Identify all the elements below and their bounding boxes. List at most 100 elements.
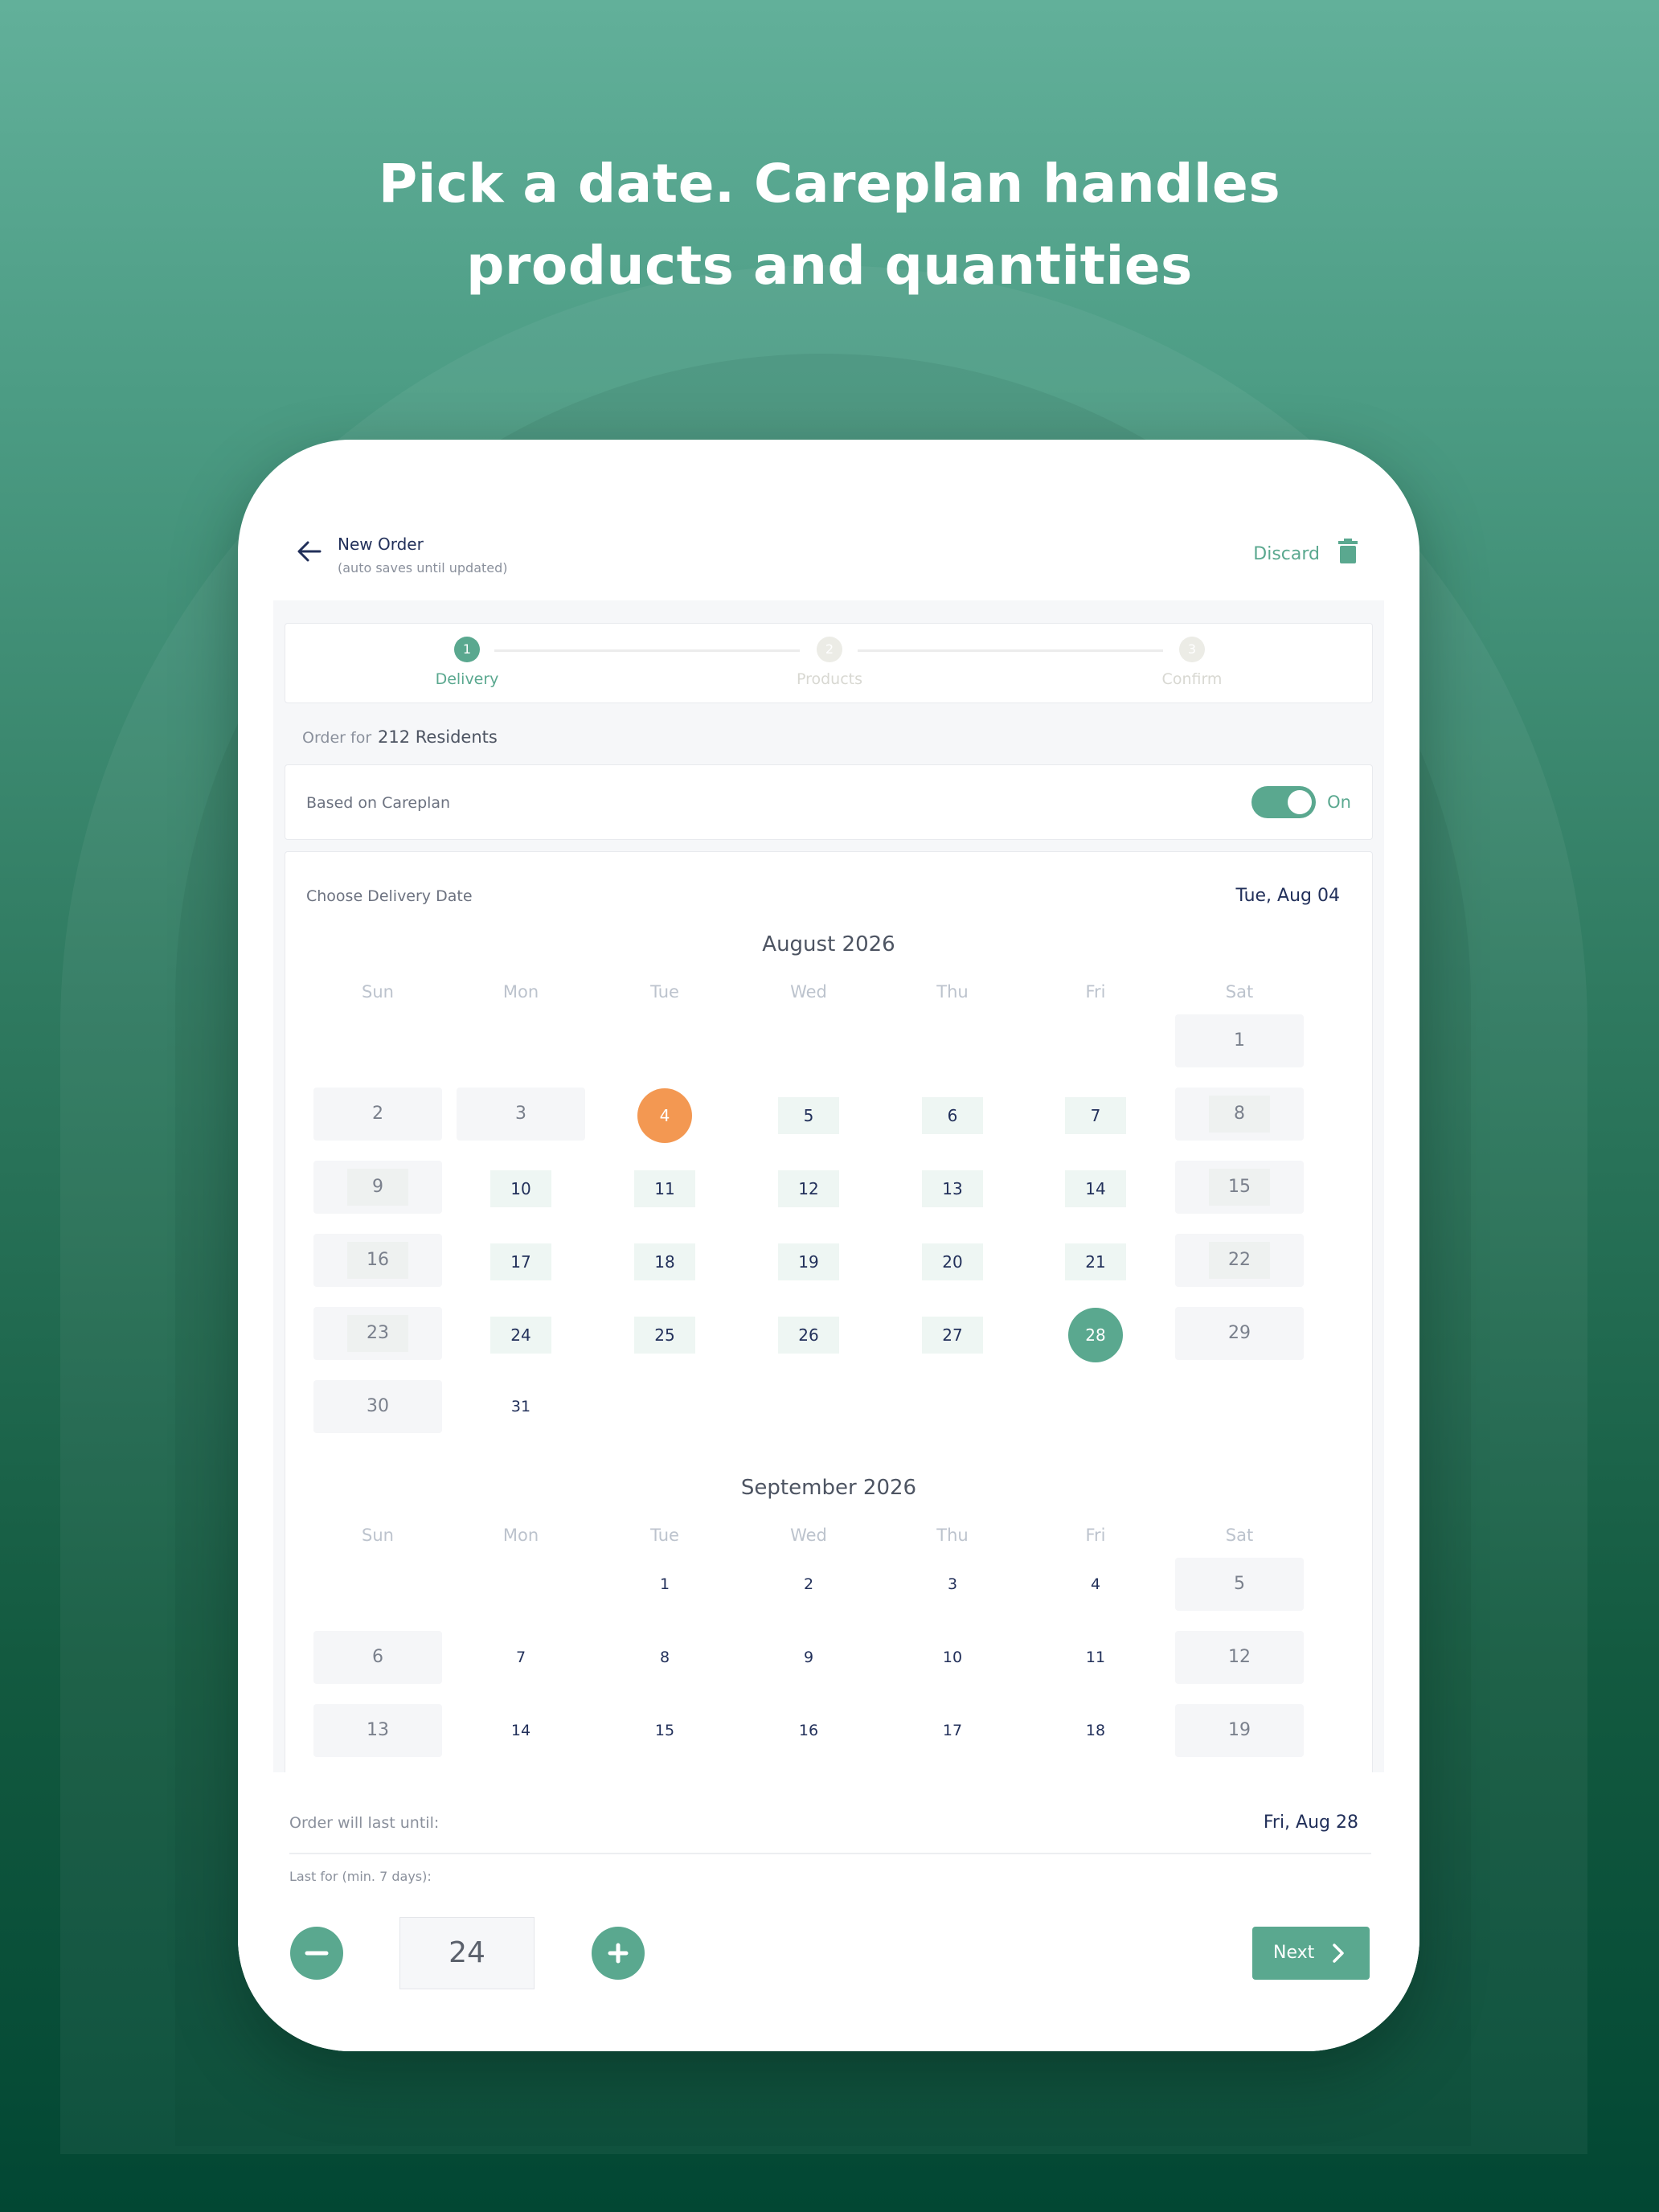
calendar-day[interactable]: 26: [744, 1307, 873, 1360]
calendar-day[interactable]: 4: [600, 1088, 729, 1143]
selected-date: Tue, Aug 04: [1235, 886, 1340, 906]
calendar-day[interactable]: 3: [888, 1558, 1017, 1611]
calendar-day[interactable]: 10: [888, 1631, 1017, 1684]
calendar-day-number: 19: [778, 1243, 839, 1280]
calendar-day[interactable]: 13: [313, 1704, 442, 1757]
calendar-day[interactable]: 10: [457, 1161, 585, 1214]
calendar-day-number: 27: [922, 1316, 983, 1354]
calendar-day[interactable]: 28: [1031, 1307, 1160, 1362]
calendar-day[interactable]: 15: [600, 1704, 729, 1757]
decrease-button[interactable]: [290, 1927, 343, 1980]
calendar-day[interactable]: 7: [457, 1631, 585, 1684]
last-for-label: Last for (min. 7 days):: [289, 1869, 432, 1884]
calendar-day-number: 13: [922, 1169, 983, 1207]
calendar-day[interactable]: 19: [1175, 1704, 1304, 1757]
calendar-day-number: 8: [1209, 1096, 1270, 1133]
discard-button[interactable]: Discard: [1253, 544, 1320, 564]
calendar-day[interactable]: 1: [1175, 1014, 1304, 1067]
calendar-day[interactable]: 12: [744, 1161, 873, 1214]
weekday-header: Tue: [650, 982, 679, 1002]
calendar-day-number: 16: [347, 1242, 408, 1279]
calendar-day[interactable]: 16: [313, 1234, 442, 1287]
calendar-day[interactable]: 17: [457, 1234, 585, 1287]
careplan-row: Based on Careplan On: [285, 764, 1373, 840]
step-products[interactable]: 2 Products: [749, 637, 910, 688]
weekday-header: Fri: [1085, 982, 1106, 1002]
calendar-day[interactable]: 1: [600, 1558, 729, 1611]
calendar-day[interactable]: 20: [888, 1234, 1017, 1287]
increase-button[interactable]: [592, 1927, 645, 1980]
weekday-header: Thu: [936, 1526, 969, 1545]
calendar-day[interactable]: 14: [1031, 1161, 1160, 1214]
calendar-day[interactable]: 5: [1175, 1558, 1304, 1611]
calendar-day[interactable]: 19: [744, 1234, 873, 1287]
calendar-day[interactable]: 11: [600, 1161, 729, 1214]
calendar-day[interactable]: 18: [1031, 1704, 1160, 1757]
calendar-day[interactable]: 3: [457, 1088, 585, 1141]
calendar-day[interactable]: 23: [313, 1307, 442, 1360]
headline-line-1: Pick a date. Careplan handles: [378, 153, 1281, 215]
plus-icon: [608, 1943, 629, 1964]
calendar-day[interactable]: 11: [1031, 1631, 1160, 1684]
days-quantity-input[interactable]: 24: [399, 1917, 535, 1989]
calendar-day-number: 15: [1209, 1169, 1270, 1206]
month-title: September 2026: [740, 1476, 917, 1500]
calendar-day[interactable]: 6: [888, 1088, 1017, 1141]
tablet-frame: New Order (auto saves until updated) Dis…: [238, 440, 1419, 2051]
calendar-day[interactable]: 17: [888, 1704, 1017, 1757]
weekday-header: Thu: [936, 982, 969, 1002]
calendar-day[interactable]: 27: [888, 1307, 1017, 1360]
calendar-day[interactable]: 15: [1175, 1161, 1304, 1214]
calendar-day[interactable]: 21: [1031, 1234, 1160, 1287]
next-button-label: Next: [1273, 1943, 1315, 1963]
calendar-day[interactable]: 13: [888, 1161, 1017, 1214]
calendar-day-number: 7: [1065, 1096, 1126, 1134]
calendar-day[interactable]: 9: [744, 1631, 873, 1684]
trash-icon[interactable]: [1337, 538, 1358, 563]
step-label: Products: [796, 670, 863, 688]
page-subtitle: (auto saves until updated): [338, 560, 508, 576]
calendar-day[interactable]: 30: [313, 1380, 442, 1433]
calendar-day[interactable]: 18: [600, 1234, 729, 1287]
calendar-day[interactable]: 8: [600, 1631, 729, 1684]
month-title: August 2026: [762, 932, 895, 956]
calendar-day-number: 26: [778, 1316, 839, 1354]
calendar-day[interactable]: 4: [1031, 1558, 1160, 1611]
weekday-header: Sun: [362, 1526, 394, 1545]
calendar-day[interactable]: 29: [1175, 1307, 1304, 1360]
calendar-day[interactable]: 22: [1175, 1234, 1304, 1287]
calendar-day-number: 21: [1065, 1243, 1126, 1280]
minus-icon: [305, 1951, 329, 1956]
weekday-header: Tue: [650, 1526, 679, 1545]
calendar-day-number: 25: [634, 1316, 695, 1354]
calendar-day[interactable]: 31: [457, 1380, 585, 1433]
calendar-day[interactable]: 6: [313, 1631, 442, 1684]
footer-divider: [289, 1853, 1371, 1854]
calendar-day[interactable]: 14: [457, 1704, 585, 1757]
calendar-day[interactable]: 25: [600, 1307, 729, 1360]
step-number: 1: [454, 637, 480, 662]
calendar-day-number: 5: [778, 1096, 839, 1134]
step-delivery[interactable]: 1 Delivery: [387, 637, 547, 688]
calendar-day[interactable]: 9: [313, 1161, 442, 1214]
next-button[interactable]: Next: [1252, 1927, 1370, 1980]
order-stepper: 1 Delivery 2 Products 3 Confirm: [285, 623, 1373, 703]
order-for-value: 212 Residents: [378, 727, 498, 747]
calendar-day[interactable]: 8: [1175, 1088, 1304, 1141]
calendar-day-number: 12: [778, 1169, 839, 1207]
toggle-knob: [1288, 790, 1312, 814]
careplan-toggle[interactable]: [1251, 786, 1316, 818]
calendar-day[interactable]: 2: [313, 1088, 442, 1141]
calendar-day[interactable]: 16: [744, 1704, 873, 1757]
calendar-day[interactable]: 2: [744, 1558, 873, 1611]
calendar-day[interactable]: 12: [1175, 1631, 1304, 1684]
order-header: New Order (auto saves until updated) Dis…: [238, 440, 1419, 600]
back-arrow-icon[interactable]: [296, 538, 323, 565]
calendar-day[interactable]: 5: [744, 1088, 873, 1141]
calendar-day[interactable]: 7: [1031, 1088, 1160, 1141]
calendar-day[interactable]: 24: [457, 1307, 585, 1360]
step-confirm[interactable]: 3 Confirm: [1112, 637, 1272, 688]
calendar-day-number: 28: [1068, 1307, 1123, 1362]
calendar-day-number: 22: [1209, 1242, 1270, 1279]
weekday-header: Mon: [502, 982, 539, 1002]
